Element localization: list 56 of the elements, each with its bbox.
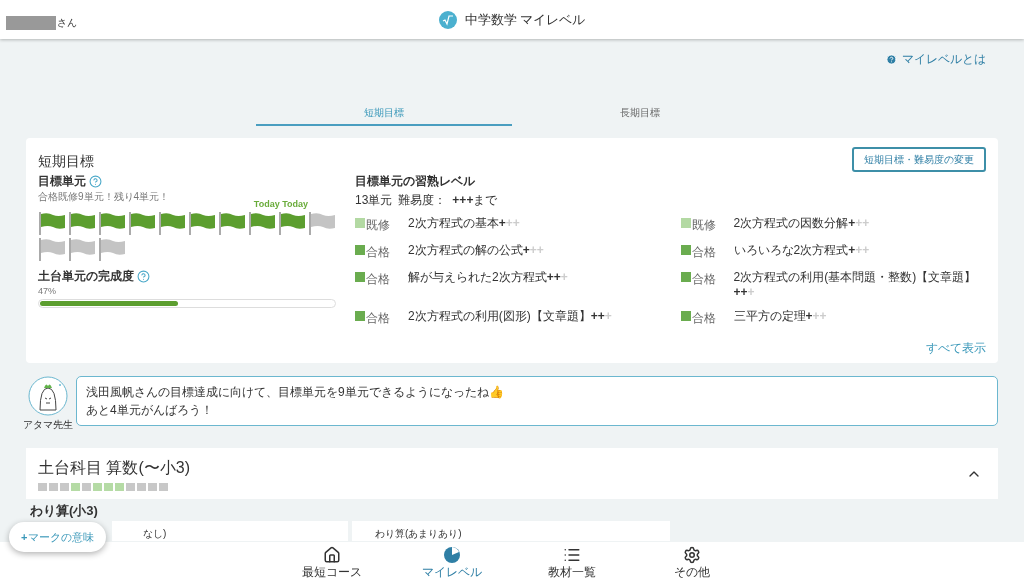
help-icon[interactable]	[89, 174, 102, 188]
completion-reading: 47%	[38, 286, 57, 297]
settings-icon	[683, 545, 701, 564]
unit-name: 2次方程式の利用(図形)【文章題】+++	[408, 309, 613, 324]
status-label: 合格	[366, 271, 391, 288]
unit-card-text: なし)	[143, 528, 167, 540]
unit-name: 解が与えられた2次方程式+++	[408, 270, 569, 285]
tab[interactable]: 短期目標	[256, 104, 512, 126]
user-suffix: さん	[57, 16, 77, 30]
teacher-avatar	[28, 376, 68, 416]
card-title: 短期目標	[38, 152, 94, 171]
difficulty-value: +++まで	[452, 192, 498, 209]
unit-card-text: わり算(あまりあり)	[375, 528, 462, 540]
unit-name: 2次方程式の基本+++	[408, 216, 521, 231]
help-link[interactable]: マイレベルとは	[886, 52, 986, 66]
unit-name: 三平方の定理+++	[733, 309, 828, 324]
unit-count: 13単元	[355, 192, 393, 209]
tab[interactable]: 長期目標	[512, 104, 768, 126]
teacher-name: アタマ先生	[23, 418, 73, 432]
unit-name: 2次方程式の解の公式+++	[408, 243, 545, 258]
unit-name: いろいろな2次方程式+++	[733, 243, 871, 258]
difficulty-label: 難易度：	[398, 192, 447, 209]
pie-chart-icon	[443, 545, 461, 564]
show-all-link[interactable]: すべて表示	[926, 339, 986, 357]
home-icon	[323, 545, 341, 564]
message-line: 浅田風帆さんの目標達成に向けて、目標単元を9単元できるようになったね👍	[86, 384, 505, 401]
progress-note: 合格既修9単元！残り4単元！	[38, 191, 171, 203]
status-label: 合格	[366, 310, 391, 327]
message-line: あと4単元がんばろう！	[86, 402, 214, 419]
app-title: 中学数学 マイレベル	[464, 10, 586, 29]
group-heading: わり算(小3)	[30, 503, 99, 519]
status-label: 合格	[691, 244, 717, 261]
app-logo-icon	[438, 10, 457, 29]
nav-item[interactable]: マイレベル	[392, 542, 512, 582]
status-label: 既修	[366, 217, 391, 234]
nav-item[interactable]: 最短コース	[272, 542, 392, 582]
status-label: 既修	[691, 217, 717, 234]
status-label: 合格	[366, 244, 391, 261]
help-icon[interactable]	[137, 269, 150, 283]
section-heading: 目標単元の習熟レベル	[355, 173, 476, 190]
status-label: 合格	[691, 271, 717, 288]
section-heading: 目標単元	[38, 173, 86, 190]
redacted-name	[6, 16, 56, 30]
nav-item[interactable]: その他	[632, 542, 752, 582]
help-icon	[886, 53, 897, 65]
status-label: 合格	[691, 310, 717, 327]
today-label: Today Today	[253, 199, 308, 209]
unit-card[interactable]: わり算(あまりあり)	[352, 521, 670, 541]
unit-name: 2次方程式の利用(基本問題・整数)【文章題】 +++	[733, 270, 978, 300]
change-goal-button[interactable]: 短期目標・難易度の変更	[852, 147, 986, 172]
nav-item[interactable]: 教材一覧	[512, 542, 632, 582]
unit-name: 2次方程式の因数分解+++	[733, 216, 871, 231]
unit-card[interactable]: なし)	[112, 521, 348, 541]
legend-button[interactable]: +マークの意味	[9, 522, 107, 552]
subject-title: 土台科目 算数(〜小3)	[38, 458, 190, 478]
section-heading: 土台単元の完成度	[38, 268, 134, 285]
